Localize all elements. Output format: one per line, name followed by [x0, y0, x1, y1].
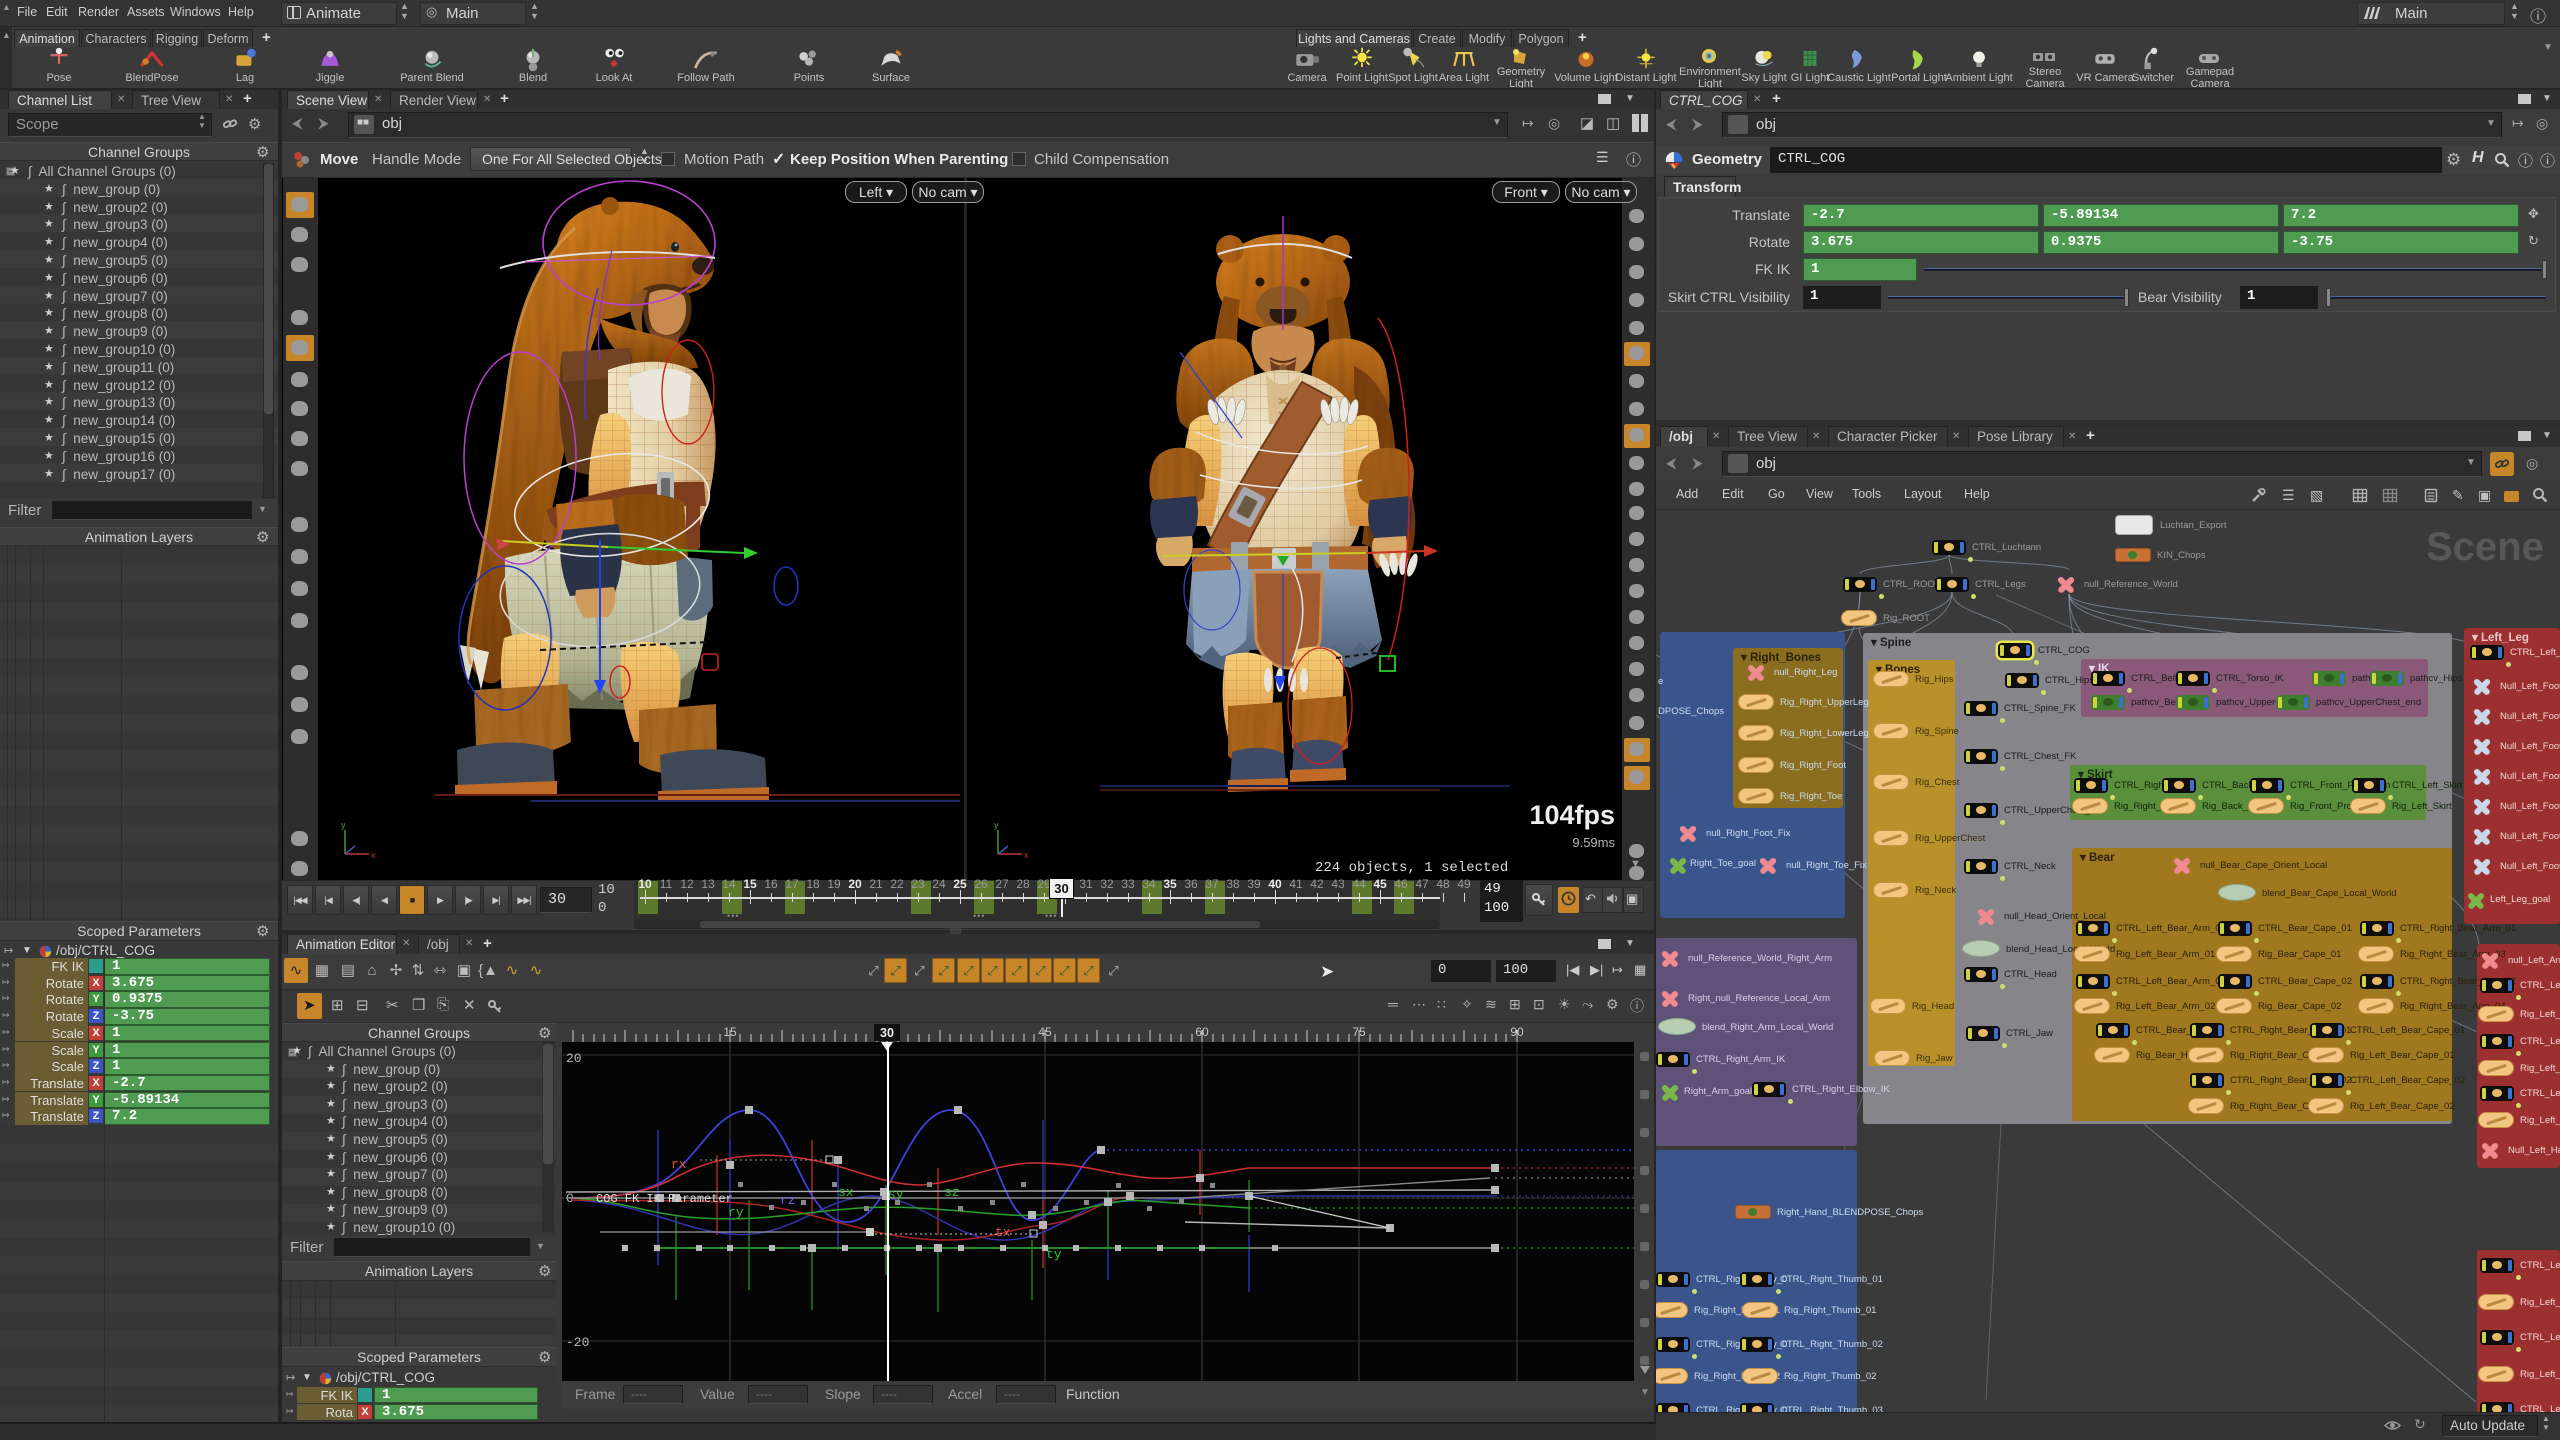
svg-text:sz: sz: [944, 1185, 960, 1200]
svg-text:30: 30: [880, 1026, 894, 1040]
svg-text:ty: ty: [1046, 1247, 1062, 1262]
svg-text:45: 45: [1038, 1025, 1052, 1039]
svg-text:x: x: [371, 850, 376, 860]
svg-text:sx: sx: [838, 1185, 854, 1200]
svg-text:x: x: [1024, 850, 1029, 860]
svg-text:ry: ry: [728, 1205, 744, 1220]
svg-text:y: y: [994, 820, 999, 830]
svg-text:15: 15: [723, 1025, 737, 1039]
svg-text:tx: tx: [995, 1225, 1011, 1240]
svg-text:rz: rz: [780, 1193, 796, 1208]
svg-text:75: 75: [1352, 1025, 1366, 1039]
svg-text:90: 90: [1510, 1025, 1524, 1039]
svg-text:-20: -20: [566, 1335, 589, 1350]
svg-text:rx: rx: [671, 1157, 687, 1172]
svg-text:sy: sy: [888, 1187, 904, 1202]
svg-text:COG FK IK Parameter: COG FK IK Parameter: [596, 1192, 733, 1206]
svg-text:60: 60: [1195, 1025, 1209, 1039]
svg-text:20: 20: [566, 1051, 582, 1066]
svg-text:y: y: [341, 820, 346, 830]
